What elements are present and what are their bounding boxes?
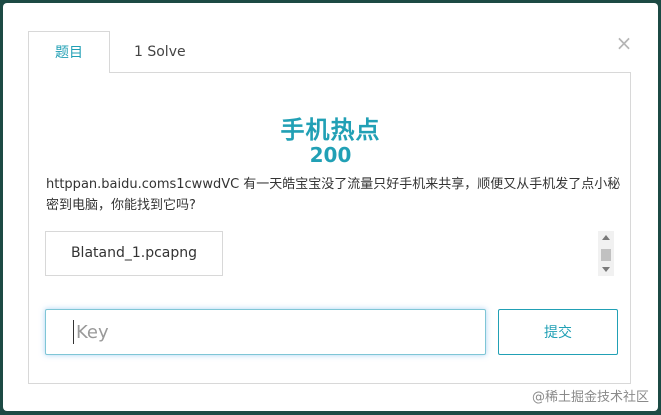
- challenge-title: 手机热点: [280, 116, 381, 144]
- challenge-description: httppan.baidu.coms1cwwdVC 有一天皓宝宝没了流量只好手机…: [46, 177, 621, 213]
- scroll-thumb[interactable]: [601, 249, 611, 261]
- files-scrollbar[interactable]: [598, 231, 614, 276]
- text-caret: [73, 320, 74, 344]
- scroll-down-arrow-icon[interactable]: [602, 267, 610, 272]
- tab-challenge[interactable]: 题目: [28, 31, 110, 73]
- watermark: @稀土掘金技术社区: [531, 390, 649, 405]
- close-icon[interactable]: ×: [614, 33, 634, 54]
- submit-button[interactable]: 提交: [498, 309, 618, 355]
- file-download-button[interactable]: Blatand_1.pcapng: [45, 231, 223, 276]
- scroll-up-arrow-icon[interactable]: [602, 235, 610, 240]
- challenge-points: 200: [309, 143, 352, 167]
- tab-solves[interactable]: 1 Solve: [134, 31, 186, 73]
- key-input[interactable]: [45, 309, 486, 355]
